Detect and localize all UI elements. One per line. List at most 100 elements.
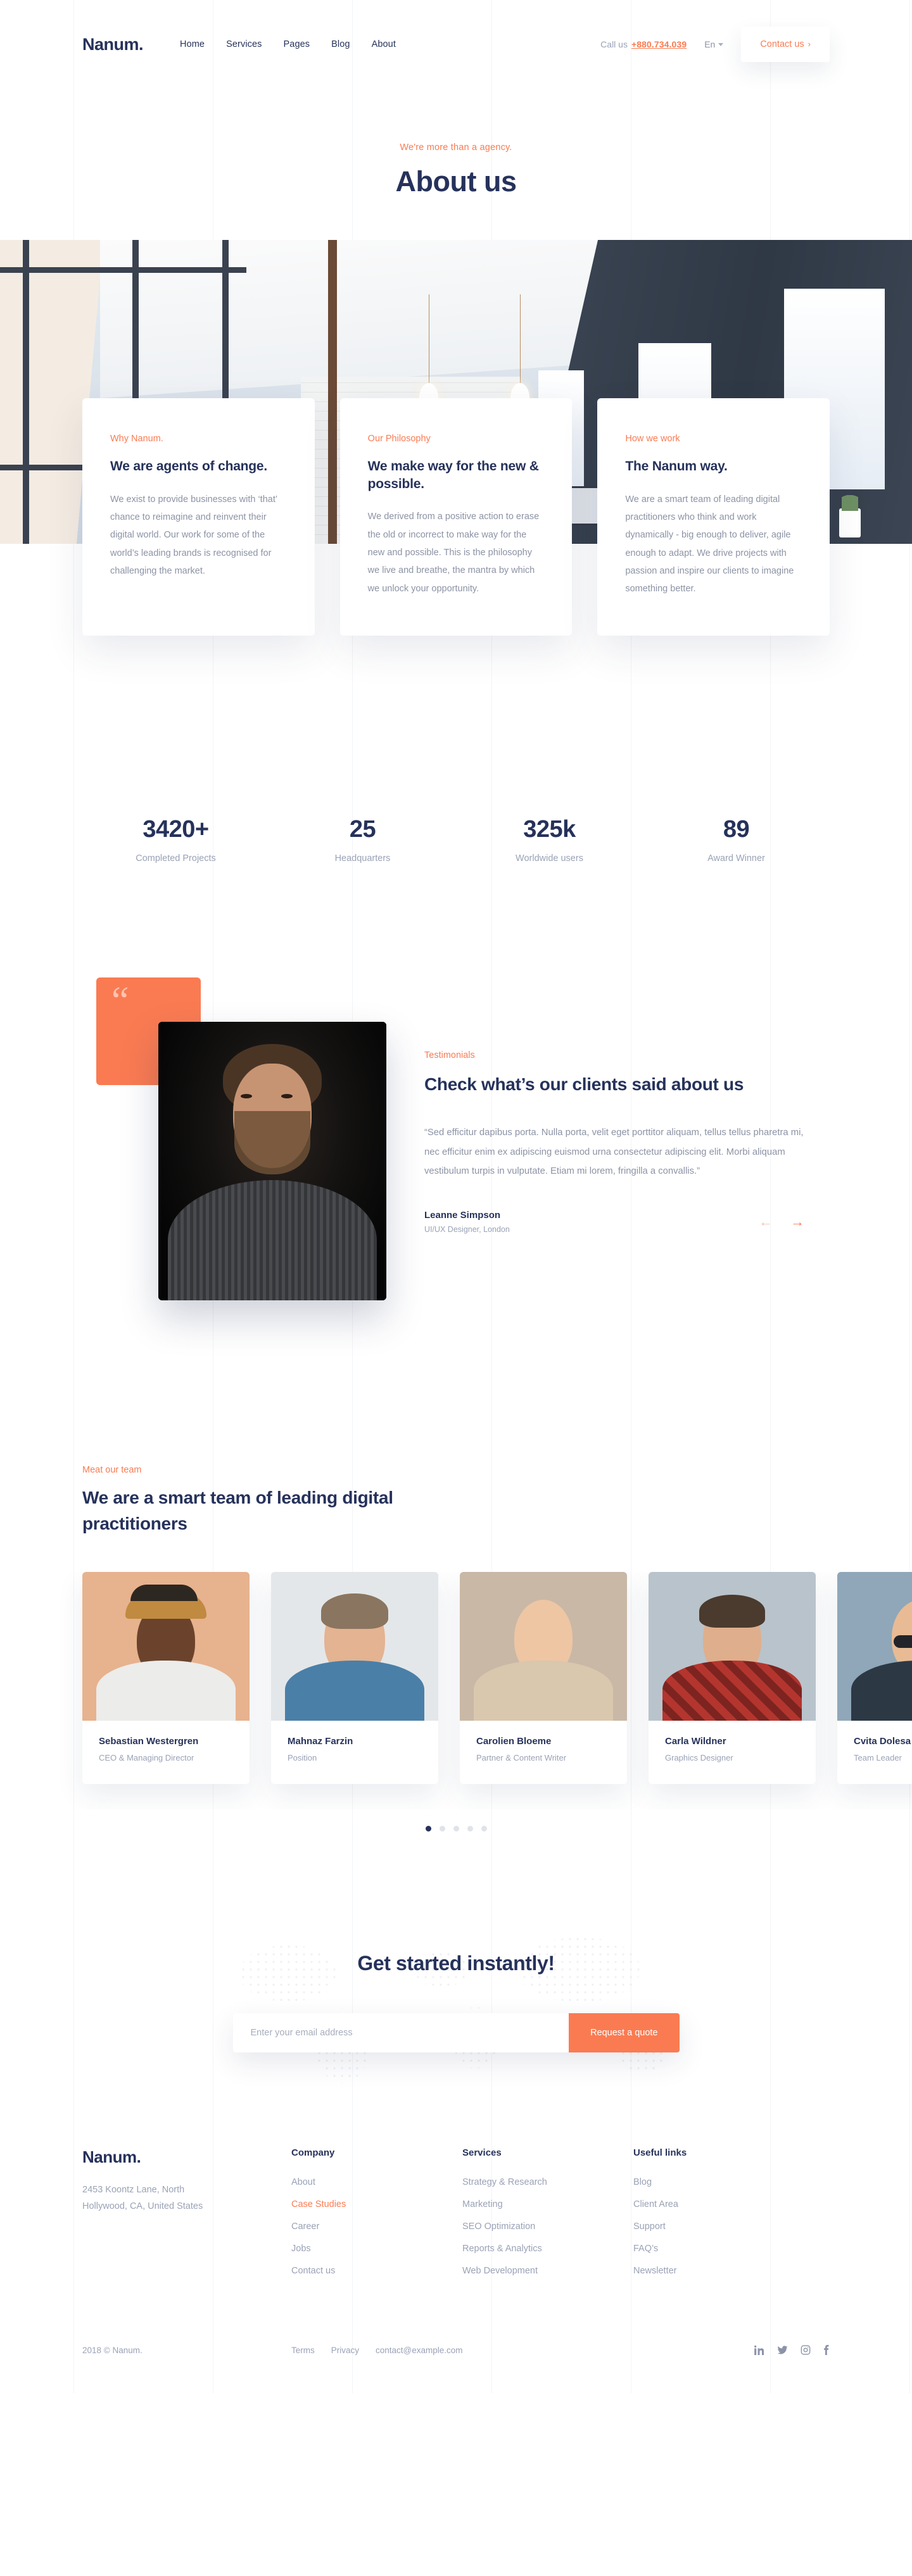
carousel-dot-2[interactable] [439,1826,445,1832]
footer-link-terms[interactable]: Terms [291,2346,315,2355]
site-header: Nanum. Home Services Pages Blog About Ca… [0,0,912,89]
stat-value: 25 [349,816,376,843]
team-member-card[interactable]: Carolien Bloeme Partner & Content Writer [460,1572,627,1785]
testimonials-title: Check what’s our clients said about us [424,1074,744,1094]
nav-item-blog[interactable]: Blog [331,39,350,49]
next-arrow-icon[interactable]: → [790,1215,804,1229]
feature-card: How we work The Nanum way. We are a smar… [597,398,830,636]
footer-column-heading: Company [291,2147,335,2159]
hero-eyebrow: We're more than a agency. [400,142,512,153]
stat-value: 325k [523,816,576,843]
stat-value: 89 [723,816,750,843]
site-logo[interactable]: Nanum. [82,35,144,54]
team-member-photo [82,1572,250,1721]
card-tag: Why Nanum. [110,434,163,444]
footer-link-email[interactable]: contact@example.com [376,2346,463,2355]
footer-link-support[interactable]: Support [633,2221,804,2232]
team-member-position: CEO & Managing Director [99,1753,194,1763]
team-member-card[interactable]: Cvita Dolesa Team Leader [837,1572,912,1785]
language-label: En [704,39,716,49]
email-input[interactable] [250,2028,569,2039]
team-member-card[interactable]: Mahnaz Farzin Position [271,1572,438,1785]
carousel-dot-3[interactable] [453,1826,459,1832]
language-selector[interactable]: En [704,39,724,49]
team-member-photo [271,1572,438,1721]
cta-title: Get started instantly! [357,1952,555,1975]
subscribe-form: Request a quote [232,2013,680,2053]
team-member-position: Graphics Designer [665,1753,733,1763]
footer-brand: Nanum. 2453 Koontz Lane, North Hollywood… [82,2147,291,2288]
footer-link-marketing[interactable]: Marketing [462,2199,633,2209]
linkedin-icon[interactable] [754,2345,764,2356]
nav-item-pages[interactable]: Pages [284,39,310,49]
footer-link-about[interactable]: About [291,2177,462,2187]
stats-section: 3420+ Completed Projects 25 Headquarters… [82,816,830,864]
footer-link-web-development[interactable]: Web Development [462,2266,633,2276]
nav-item-services[interactable]: Services [226,39,262,49]
footer-link-seo-optimization[interactable]: SEO Optimization [462,2221,633,2232]
contact-us-button[interactable]: Contact us › [741,27,830,62]
footer-column-company: Company About Case Studies Career Jobs C… [291,2147,462,2288]
social-links [754,2345,830,2356]
carousel-dot-5[interactable] [481,1826,487,1832]
team-member-name: Mahnaz Farzin [288,1736,353,1747]
team-member-photo [837,1572,912,1721]
footer-link-privacy[interactable]: Privacy [331,2346,359,2355]
carousel-dots [82,1826,830,1832]
copyright: 2018 © Nanum. [82,2345,142,2355]
footer-logo[interactable]: Nanum. [82,2147,291,2167]
carousel-dot-4[interactable] [467,1826,473,1832]
facebook-icon[interactable] [823,2345,830,2356]
footer-link-case-studies[interactable]: Case Studies [291,2199,462,2209]
team-member-card[interactable]: Carla Wildner Graphics Designer [649,1572,816,1785]
team-member-photo [460,1572,627,1721]
footer-link-jobs[interactable]: Jobs [291,2244,462,2254]
card-body: We exist to provide businesses with ‘tha… [110,494,277,576]
team-member-position: Team Leader [854,1753,902,1763]
card-title: We make way for the new & possible. [367,459,539,491]
footer-link-newsletter[interactable]: Newsletter [633,2266,804,2276]
card-body: We derived from a positive action to era… [367,512,540,594]
card-body: We are a smart team of leading digital p… [625,494,794,594]
team-member-position: Position [288,1753,317,1763]
testimonial-media: “ [82,965,418,1370]
team-member-name: Carla Wildner [665,1736,726,1747]
footer-column-services: Services Strategy & Research Marketing S… [462,2147,633,2288]
footer-link-reports-analytics[interactable]: Reports & Analytics [462,2244,633,2254]
phone-number[interactable]: +880.734.039 [631,39,687,49]
twitter-icon[interactable] [777,2345,788,2355]
quote-mark-icon: “ [111,979,129,1022]
testimonial-author: Leanne Simpson [424,1210,501,1221]
footer-link-blog[interactable]: Blog [633,2177,804,2187]
team-member-photo [649,1572,816,1721]
stat-item: 25 Headquarters [269,816,456,864]
footer-link-contact-us[interactable]: Contact us [291,2266,462,2276]
card-title: The Nanum way. [625,459,728,474]
team-section: Meat our team We are a smart team of lea… [82,1465,912,1832]
team-title: We are a smart team of leading digital p… [82,1488,393,1533]
testimonials-tag: Testimonials [424,1050,475,1060]
footer-link-faqs[interactable]: FAQ’s [633,2244,804,2254]
nav-item-home[interactable]: Home [180,39,205,49]
stat-label: Completed Projects [136,853,216,864]
instagram-icon[interactable] [801,2345,811,2355]
nav-item-about[interactable]: About [372,39,396,49]
footer-column-useful-links: Useful links Blog Client Area Support FA… [633,2147,804,2288]
team-tag: Meat our team [82,1465,142,1475]
footer-link-career[interactable]: Career [291,2221,462,2232]
team-member-card[interactable]: Sebastian Westergren CEO & Managing Dire… [82,1572,250,1785]
carousel-dot-1[interactable] [425,1826,431,1832]
hero-section: We're more than a agency. About us [0,89,912,198]
testimonial-author-role: UI/UX Designer, London [424,1225,510,1235]
stat-value: 3420+ [142,816,209,843]
footer-column-heading: Services [462,2147,502,2159]
team-member-name: Cvita Dolesa [854,1736,911,1747]
footer-link-strategy-research[interactable]: Strategy & Research [462,2177,633,2187]
prev-arrow-icon[interactable]: ← [759,1215,773,1229]
request-quote-button[interactable]: Request a quote [569,2013,680,2053]
main-navigation: Home Services Pages Blog About [180,39,396,49]
site-footer: Nanum. 2453 Koontz Lane, North Hollywood… [82,2147,830,2393]
footer-link-client-area[interactable]: Client Area [633,2199,804,2209]
team-carousel[interactable]: Sebastian Westergren CEO & Managing Dire… [0,1572,912,1809]
footer-column-heading: Useful links [633,2147,687,2159]
